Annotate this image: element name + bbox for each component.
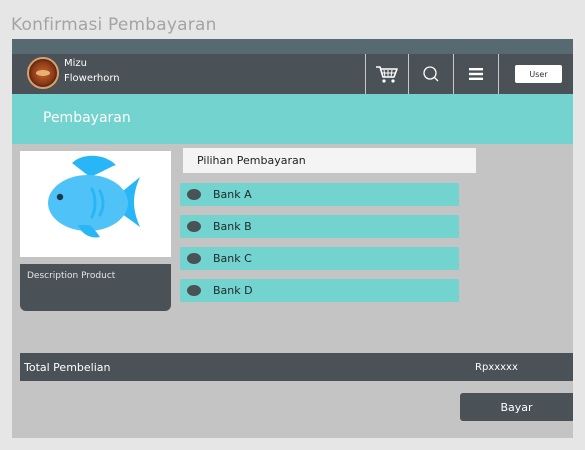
payment-option-label: Bank D [213,284,253,297]
total-purchase-bar: Total Pembelian Rpxxxxx [20,353,573,381]
payment-option-label: Bank C [213,252,252,265]
logo-fish-mark [36,70,50,76]
nav-divider [498,54,499,94]
payment-option-bank-d[interactable]: Bank D [180,279,459,302]
payment-option-label: Bank B [213,220,252,233]
fish-icon [48,155,140,238]
menu-icon [468,68,483,80]
brand-line-2: Flowerhorn [64,73,120,84]
total-value: Rpxxxxx [475,362,518,373]
banner-title: Pembayaran [43,110,131,126]
navbar: Mizu Flowerhorn User [12,54,573,94]
search-button[interactable] [409,54,452,94]
page-banner: Pembayaran [12,94,573,144]
product-image[interactable] [20,151,171,257]
radio-icon[interactable] [187,253,201,264]
payment-options-title: Pilihan Pembayaran [197,154,306,167]
top-strip [12,39,573,54]
app-frame: Mizu Flowerhorn User Pembayaran Descript… [12,39,573,438]
radio-icon[interactable] [187,189,201,200]
search-icon [422,66,438,82]
brand-logo[interactable] [27,57,59,89]
page-title: Konfirmasi Pembayaran [11,15,217,35]
cart-icon [376,66,398,83]
cart-button[interactable] [366,54,408,94]
payment-options-header: Pilihan Pembayaran [183,148,476,173]
product-description-text: Description Product [27,271,116,281]
brand-name[interactable]: Mizu Flowerhorn [64,56,120,86]
payment-option-bank-a[interactable]: Bank A [180,183,459,206]
payment-option-bank-c[interactable]: Bank C [180,247,459,270]
payment-option-bank-b[interactable]: Bank B [180,215,459,238]
payment-option-label: Bank A [213,188,252,201]
menu-button[interactable] [454,54,497,94]
radio-icon[interactable] [187,221,201,232]
user-button[interactable]: User [515,65,562,83]
brand-line-1: Mizu [64,58,87,69]
radio-icon[interactable] [187,285,201,296]
total-label: Total Pembelian [24,361,111,374]
product-description: Description Product [20,264,171,311]
pay-button[interactable]: Bayar [460,393,573,421]
